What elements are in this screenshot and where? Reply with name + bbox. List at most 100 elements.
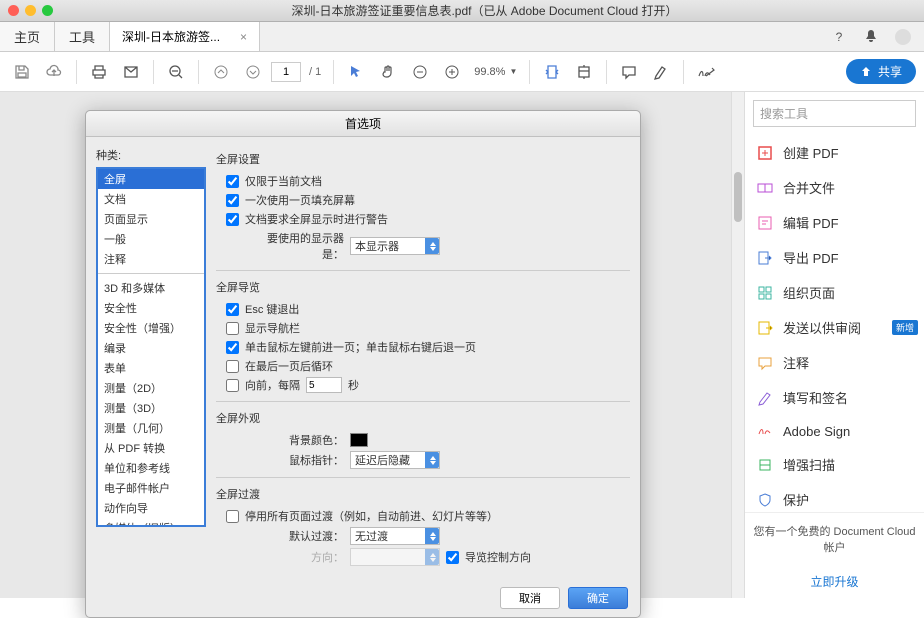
only-current-doc-checkbox[interactable] — [226, 175, 239, 188]
hand-tool-icon[interactable] — [374, 58, 402, 86]
tool-create-pdf[interactable]: 创建 PDF — [745, 135, 924, 170]
cancel-button[interactable]: 取消 — [500, 587, 560, 609]
dialog-title: 首选项 — [86, 111, 640, 137]
direction-select — [350, 548, 440, 566]
tool-send-review[interactable]: 发送以供审阅新增 — [745, 310, 924, 345]
combine-icon — [757, 180, 773, 196]
sign-icon[interactable] — [692, 58, 720, 86]
disable-transition-checkbox[interactable] — [226, 510, 239, 523]
tab-close-icon[interactable]: × — [240, 30, 247, 44]
tab-tools[interactable]: 工具 — [55, 22, 110, 51]
section-nav: 全屏导览 — [216, 279, 630, 295]
create-pdf-icon — [757, 145, 773, 161]
cat-item[interactable]: 测量（2D） — [98, 378, 204, 398]
loop-checkbox[interactable] — [226, 360, 239, 373]
edit-pdf-icon — [757, 215, 773, 231]
cat-item[interactable]: 测量（几何） — [98, 418, 204, 438]
send-review-icon — [757, 320, 773, 336]
auto-forward-checkbox[interactable] — [226, 379, 239, 392]
monitor-select[interactable]: 本显示器 — [350, 237, 440, 255]
comment-tool-icon — [757, 355, 773, 371]
cat-item[interactable]: 单位和参考线 — [98, 458, 204, 478]
cat-page-display[interactable]: 页面显示 — [98, 209, 204, 229]
cloud-account-note: 您有一个免费的 Document Cloud 帐户 — [745, 512, 924, 565]
cloud-icon[interactable] — [40, 58, 68, 86]
save-icon[interactable] — [8, 58, 36, 86]
ok-button[interactable]: 确定 — [568, 587, 628, 609]
cat-item[interactable]: 安全性 — [98, 298, 204, 318]
cat-item[interactable]: 安全性（增强） — [98, 318, 204, 338]
cat-item[interactable]: 表单 — [98, 358, 204, 378]
zoom-out-icon[interactable] — [162, 58, 190, 86]
scroll-mode-icon[interactable] — [570, 58, 598, 86]
tab-home[interactable]: 主页 — [0, 22, 55, 51]
scrollbar-thumb[interactable] — [734, 172, 742, 222]
protect-icon — [757, 492, 773, 508]
zoom-plus-icon[interactable] — [438, 58, 466, 86]
share-button[interactable]: 共享 — [846, 59, 916, 84]
close-window-button[interactable] — [8, 5, 19, 16]
highlight-icon[interactable] — [647, 58, 675, 86]
cat-document[interactable]: 文档 — [98, 189, 204, 209]
fit-width-icon[interactable] — [538, 58, 566, 86]
new-badge: 新增 — [892, 320, 918, 335]
section-appearance: 全屏外观 — [216, 410, 630, 426]
tool-edit-pdf[interactable]: 编辑 PDF — [745, 205, 924, 240]
default-transition-select[interactable]: 无过渡 — [350, 527, 440, 545]
tab-document[interactable]: 深圳-日本旅游签... × — [110, 22, 260, 51]
click-nav-checkbox[interactable] — [226, 341, 239, 354]
tool-protect[interactable]: 保护 — [745, 482, 924, 512]
page-down-icon[interactable] — [239, 58, 267, 86]
cat-item[interactable]: 3D 和多媒体 — [98, 278, 204, 298]
window-title: 深圳-日本旅游签证重要信息表.pdf（已从 Adobe Document Clo… — [53, 2, 916, 19]
forward-seconds-input[interactable] — [306, 377, 342, 393]
right-tools-panel: 搜索工具 创建 PDF 合并文件 编辑 PDF 导出 PDF 组织页面 发送以供… — [744, 92, 924, 598]
search-tools-input[interactable]: 搜索工具 — [753, 100, 916, 127]
email-icon[interactable] — [117, 58, 145, 86]
upgrade-link[interactable]: 立即升级 — [745, 565, 924, 598]
minimize-window-button[interactable] — [25, 5, 36, 16]
cat-fullscreen[interactable]: 全屏 — [98, 169, 204, 189]
zoom-level[interactable]: 99.8%▼ — [470, 66, 521, 78]
cat-item[interactable]: 电子邮件帐户 — [98, 478, 204, 498]
preferences-dialog: 首选项 种类: 全屏 文档 页面显示 一般 注释 3D 和多媒体 安全性 安全性… — [85, 110, 641, 618]
page-total: / 1 — [309, 66, 321, 78]
warn-fullscreen-checkbox[interactable] — [226, 213, 239, 226]
traffic-lights — [8, 5, 53, 16]
show-navbar-checkbox[interactable] — [226, 322, 239, 335]
cat-item[interactable]: 编录 — [98, 338, 204, 358]
cat-item[interactable]: 多媒体（旧版） — [98, 518, 204, 527]
tool-enhance-scan[interactable]: 增强扫描 — [745, 447, 924, 482]
page-up-icon[interactable] — [207, 58, 235, 86]
comment-icon[interactable] — [615, 58, 643, 86]
bg-color-swatch[interactable] — [350, 433, 368, 447]
section-setup: 全屏设置 — [216, 151, 630, 167]
esc-exit-checkbox[interactable] — [226, 303, 239, 316]
cat-item[interactable]: 动作向导 — [98, 498, 204, 518]
vertical-scrollbar[interactable] — [731, 92, 744, 598]
cat-comment[interactable]: 注释 — [98, 249, 204, 269]
tool-organize[interactable]: 组织页面 — [745, 275, 924, 310]
print-icon[interactable] — [85, 58, 113, 86]
tool-comment[interactable]: 注释 — [745, 345, 924, 380]
tool-fill-sign[interactable]: 填写和签名 — [745, 380, 924, 415]
tool-export-pdf[interactable]: 导出 PDF — [745, 240, 924, 275]
select-arrow-icon[interactable] — [342, 58, 370, 86]
nav-control-direction-checkbox[interactable] — [446, 551, 459, 564]
account-icon[interactable] — [892, 26, 914, 48]
page-number-input[interactable] — [271, 62, 301, 82]
cursor-select[interactable]: 延迟后隐藏 — [350, 451, 440, 469]
maximize-window-button[interactable] — [42, 5, 53, 16]
tool-combine[interactable]: 合并文件 — [745, 170, 924, 205]
bell-icon[interactable] — [860, 26, 882, 48]
cat-item[interactable]: 测量（3D） — [98, 398, 204, 418]
category-list[interactable]: 全屏 文档 页面显示 一般 注释 3D 和多媒体 安全性 安全性（增强） 编录 … — [96, 167, 206, 527]
tool-adobe-sign[interactable]: Adobe Sign — [745, 415, 924, 447]
zoom-minus-icon[interactable] — [406, 58, 434, 86]
help-icon[interactable]: ? — [828, 26, 850, 48]
one-page-checkbox[interactable] — [226, 194, 239, 207]
fill-sign-icon — [757, 390, 773, 406]
cat-item[interactable]: 从 PDF 转换 — [98, 438, 204, 458]
cat-general[interactable]: 一般 — [98, 229, 204, 249]
toolbar: / 1 99.8%▼ 共享 — [0, 52, 924, 92]
